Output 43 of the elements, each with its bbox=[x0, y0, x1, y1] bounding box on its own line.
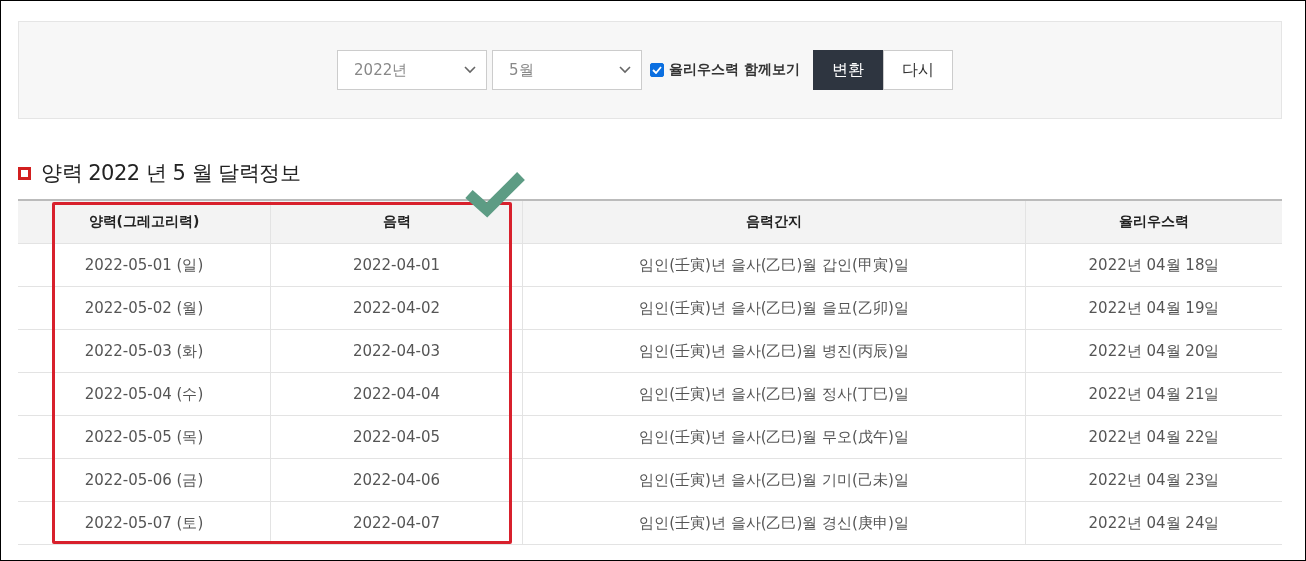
month-select[interactable]: 5월 bbox=[492, 50, 643, 90]
julian-checkbox[interactable] bbox=[650, 63, 665, 77]
table-cell: 2022-05-06 (금) bbox=[18, 459, 271, 502]
table-cell: 2022-05-01 (일) bbox=[18, 244, 271, 287]
table-cell: 2022-04-03 bbox=[271, 330, 523, 373]
table-cell: 2022-05-05 (목) bbox=[18, 416, 271, 459]
table-cell: 임인(壬寅)년 을사(乙巳)월 을묘(乙卯)일 bbox=[523, 287, 1026, 330]
chevron-down-icon bbox=[464, 66, 477, 74]
column-header: 율리우스력 bbox=[1026, 201, 1282, 244]
column-header: 양력(그레고리력) bbox=[18, 201, 271, 244]
table-cell: 2022-04-02 bbox=[271, 287, 523, 330]
table-cell: 2022년 04월 23일 bbox=[1026, 459, 1282, 502]
table-cell: 임인(壬寅)년 을사(乙巳)월 경신(庚申)일 bbox=[523, 502, 1026, 545]
table-cell: 2022년 04월 19일 bbox=[1026, 287, 1282, 330]
table-cell: 2022년 04월 20일 bbox=[1026, 330, 1282, 373]
table-cell: 2022-05-04 (수) bbox=[18, 373, 271, 416]
table-cell: 2022-05-02 (월) bbox=[18, 287, 271, 330]
table-cell: 임인(壬寅)년 을사(乙巳)월 기미(己未)일 bbox=[523, 459, 1026, 502]
table-cell: 임인(壬寅)년 을사(乙巳)월 정사(丁巳)일 bbox=[523, 373, 1026, 416]
bullet-icon bbox=[18, 166, 31, 180]
table-cell: 임인(壬寅)년 을사(乙巳)월 병진(丙辰)일 bbox=[523, 330, 1026, 373]
table-cell: 2022-04-01 bbox=[271, 244, 523, 287]
table-cell: 2022년 04월 22일 bbox=[1026, 416, 1282, 459]
column-header: 음력간지 bbox=[523, 201, 1026, 244]
table-cell: 2022-04-06 bbox=[271, 459, 523, 502]
column-header: 음력 bbox=[271, 201, 523, 244]
chevron-down-icon bbox=[619, 66, 632, 74]
table-cell: 2022년 04월 21일 bbox=[1026, 373, 1282, 416]
table-cell: 임인(壬寅)년 을사(乙巳)월 무오(戊午)일 bbox=[523, 416, 1026, 459]
table-cell: 2022-04-05 bbox=[271, 416, 523, 459]
check-mark-icon bbox=[465, 170, 525, 220]
table-cell: 2022년 04월 18일 bbox=[1026, 244, 1282, 287]
checkbox-label: 율리우스력 함께보기 bbox=[669, 61, 800, 79]
reset-button[interactable]: 다시 bbox=[882, 50, 953, 90]
table-cell: 2022-05-07 (토) bbox=[18, 502, 271, 545]
table-cell: 2022년 04월 24일 bbox=[1026, 502, 1282, 545]
table-cell: 2022-05-03 (화) bbox=[18, 330, 271, 373]
table-cell: 2022-04-04 bbox=[271, 373, 523, 416]
convert-button[interactable]: 변환 bbox=[812, 50, 883, 90]
section-heading: 양력 2022 년 5 월 달력정보 bbox=[41, 160, 301, 187]
table-cell: 임인(壬寅)년 을사(乙巳)월 갑인(甲寅)일 bbox=[523, 244, 1026, 287]
table-cell: 2022-04-07 bbox=[271, 502, 523, 545]
year-select[interactable]: 2022년 bbox=[337, 50, 488, 90]
